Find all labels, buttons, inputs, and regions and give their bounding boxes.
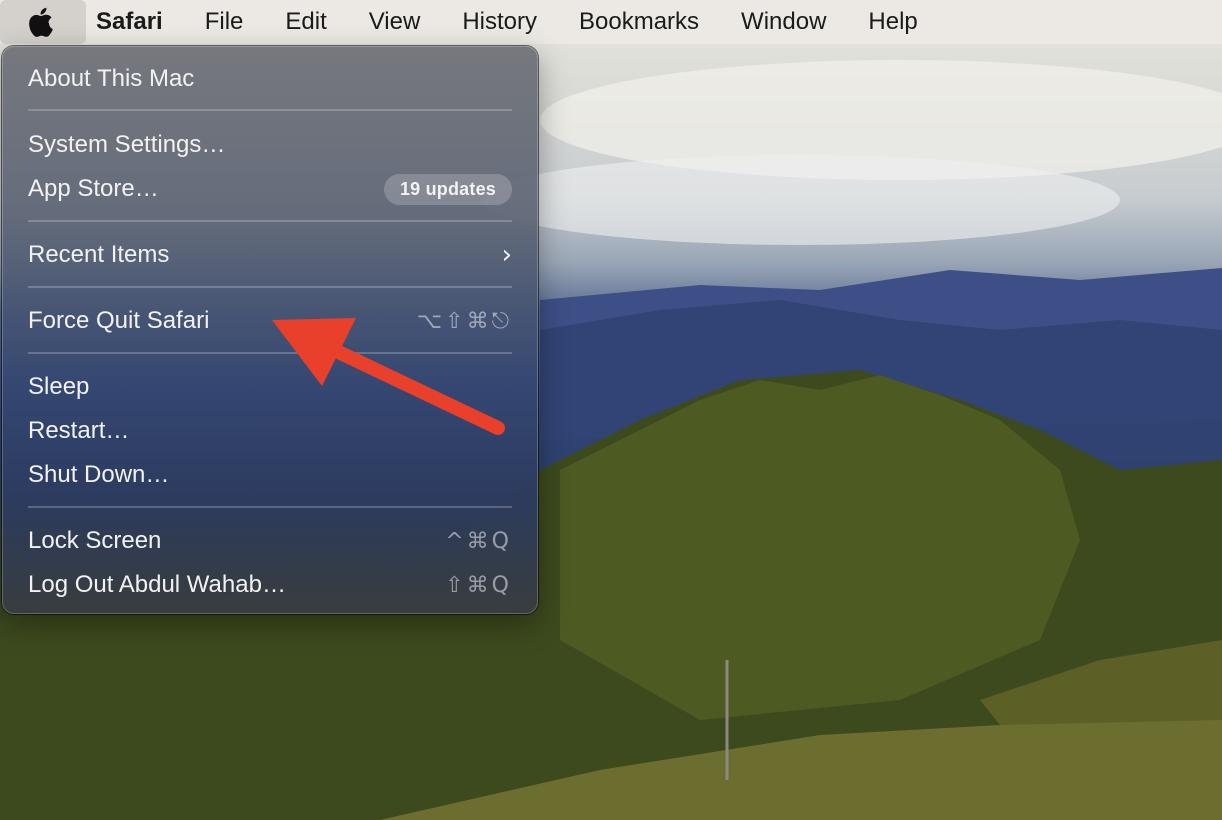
lock-screen-label: Lock Screen bbox=[28, 527, 162, 554]
apple-menu-button[interactable] bbox=[0, 0, 86, 44]
menu-window[interactable]: Window bbox=[720, 0, 847, 44]
shut-down-item[interactable]: Shut Down… bbox=[28, 456, 512, 494]
about-this-mac-label: About This Mac bbox=[28, 65, 195, 92]
lock-screen-shortcut: ^⌘Q bbox=[445, 528, 512, 554]
restart-item[interactable]: Restart… bbox=[28, 412, 512, 450]
recent-items-item[interactable]: Recent Items › bbox=[28, 236, 512, 274]
menu-history[interactable]: History bbox=[441, 0, 558, 44]
app-store-item[interactable]: App Store… 19 updates bbox=[28, 170, 512, 208]
lock-screen-item[interactable]: Lock Screen ^⌘Q bbox=[28, 522, 512, 560]
restart-label: Restart… bbox=[28, 417, 130, 444]
apple-logo-icon bbox=[29, 7, 53, 37]
updates-badge: 19 updates bbox=[383, 173, 512, 205]
force-quit-shortcut: ⌥⇧⌘⎋ bbox=[416, 308, 512, 334]
menu-separator bbox=[28, 109, 512, 111]
sleep-label: Sleep bbox=[28, 373, 90, 400]
menu-view[interactable]: View bbox=[348, 0, 442, 44]
apple-menu-dropdown: About This Mac System Settings… App Stor… bbox=[2, 46, 538, 614]
chevron-right-icon: › bbox=[501, 240, 512, 270]
menu-bookmarks[interactable]: Bookmarks bbox=[558, 0, 720, 44]
menu-file[interactable]: File bbox=[184, 0, 265, 44]
menu-help[interactable]: Help bbox=[847, 0, 938, 44]
log-out-item[interactable]: Log Out Abdul Wahab… ⇧⌘Q bbox=[28, 566, 512, 604]
recent-items-label: Recent Items bbox=[28, 241, 170, 268]
app-store-label: App Store… bbox=[28, 175, 159, 202]
system-settings-item[interactable]: System Settings… bbox=[28, 126, 512, 164]
menu-safari[interactable]: Safari bbox=[86, 0, 184, 44]
menu-separator bbox=[28, 352, 512, 354]
system-settings-label: System Settings… bbox=[28, 131, 226, 158]
menu-edit[interactable]: Edit bbox=[264, 0, 347, 44]
force-quit-item[interactable]: Force Quit Safari ⌥⇧⌘⎋ bbox=[28, 302, 512, 340]
shut-down-label: Shut Down… bbox=[28, 461, 170, 488]
menu-bar: Safari File Edit View History Bookmarks … bbox=[0, 0, 1222, 44]
force-quit-label: Force Quit Safari bbox=[28, 307, 210, 334]
menu-separator bbox=[28, 286, 512, 288]
sleep-item[interactable]: Sleep bbox=[28, 368, 512, 406]
menu-separator bbox=[28, 220, 512, 222]
menu-separator bbox=[28, 506, 512, 508]
about-this-mac-item[interactable]: About This Mac bbox=[28, 60, 512, 98]
log-out-shortcut: ⇧⌘Q bbox=[445, 572, 512, 598]
log-out-label: Log Out Abdul Wahab… bbox=[28, 571, 286, 598]
